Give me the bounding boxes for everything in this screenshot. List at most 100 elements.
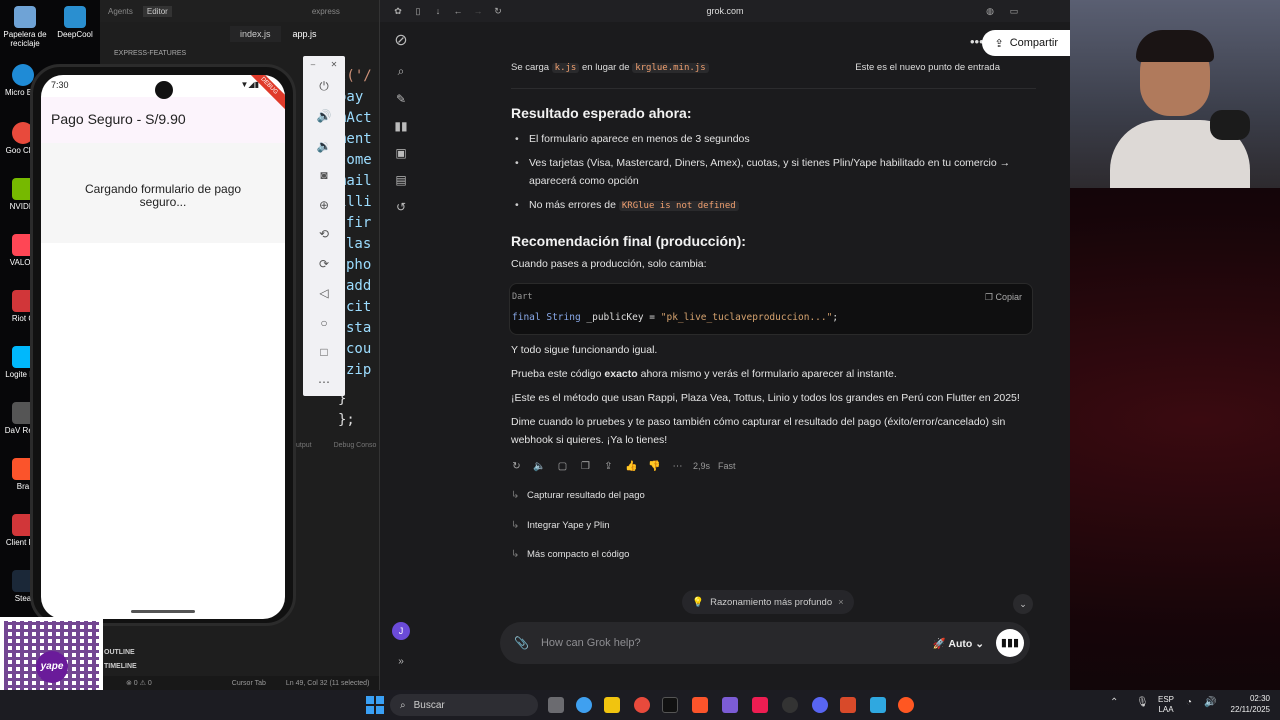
cursor-icon[interactable]	[662, 697, 678, 713]
chrome-icon[interactable]	[634, 697, 650, 713]
app-icon[interactable]	[870, 697, 886, 713]
panel-tab-debug[interactable]: Debug Conso	[334, 442, 377, 449]
signal-icon: ▼◢▮	[240, 80, 259, 89]
attach-icon[interactable]: 📎	[514, 636, 529, 650]
gesture-bar[interactable]	[131, 610, 195, 613]
panel-tab-output[interactable]: utput	[296, 442, 312, 449]
voice-mode-button[interactable]: ▮▮▮	[996, 629, 1024, 657]
vscode-agents-tab[interactable]: Agents	[108, 7, 133, 16]
status-cursor-tab[interactable]: Cursor Tab	[232, 680, 266, 687]
inline-code: k.js	[551, 63, 580, 73]
camera-icon[interactable]: ◙	[303, 161, 345, 191]
outline-section[interactable]: OUTLINE	[104, 646, 137, 660]
thumbs-down-icon[interactable]: 👎	[643, 461, 666, 472]
back-icon[interactable]: ◁	[303, 279, 345, 309]
suggestion-item[interactable]: ↳ Integrar Yape y Plin	[511, 511, 1036, 541]
copy-label: Copiar	[995, 292, 1022, 302]
globe-icon[interactable]: ◍	[980, 6, 1000, 17]
github-icon[interactable]	[782, 697, 798, 713]
mode-label: Auto	[948, 637, 973, 650]
vscode-outline: OUTLINE TIMELINE	[104, 646, 137, 674]
history-icon[interactable]: ↺	[380, 193, 422, 220]
network-icon[interactable]: ◔	[1186, 697, 1192, 708]
vscode-search[interactable]: express	[312, 7, 340, 16]
copy-icon[interactable]: ❐	[574, 461, 597, 472]
vscode-editor-tab[interactable]: Editor	[142, 5, 172, 17]
inline-code: KRGlue is not defined	[618, 201, 739, 211]
timeline-section[interactable]: TIMELINE	[104, 660, 137, 674]
more-icon[interactable]: ⋯	[303, 367, 345, 397]
input-language[interactable]: ESP LAA	[1158, 695, 1174, 715]
regenerate-icon[interactable]: ↻	[505, 461, 528, 472]
postman-icon[interactable]	[898, 697, 914, 713]
zoom-icon[interactable]: ⊕	[303, 190, 345, 220]
desktop-icon-deepcool[interactable]: DeepCool	[52, 6, 98, 39]
status-position[interactable]: Ln 49, Col 32 (11 selected)	[286, 680, 370, 687]
clock[interactable]: 02:30 22/11/2025	[1231, 693, 1270, 715]
status-problems[interactable]: ⊗ 0 ⚠ 0	[126, 679, 152, 687]
tab-app-js[interactable]: app.js	[282, 26, 327, 42]
avatar[interactable]: J	[392, 622, 410, 640]
task-view-icon[interactable]	[548, 697, 564, 713]
thumbs-up-icon[interactable]: 👍	[620, 461, 643, 472]
volume-down-icon[interactable]: 🔉	[303, 131, 345, 161]
share-button[interactable]: ⇪ Compartir	[982, 30, 1070, 56]
suggestion-item[interactable]: ↳ Capturar resultado del pago	[511, 481, 1036, 511]
scroll-down-button[interactable]: ⌄	[1013, 594, 1033, 614]
copy-button[interactable]: ❐ Copiar	[985, 292, 1022, 303]
code-block: Dart ❐ Copiar final String _publicKey = …	[509, 283, 1033, 335]
discord-icon[interactable]	[812, 697, 828, 713]
volume-up-icon[interactable]: 🔊	[303, 102, 345, 132]
tray-chevron-icon[interactable]: ⌃	[1110, 697, 1118, 708]
copilot-icon[interactable]	[576, 697, 592, 713]
close-icon[interactable]: ×	[838, 597, 844, 608]
heading-final: Recomendación final (producción):	[511, 233, 746, 249]
windows-start-icon[interactable]	[366, 696, 384, 714]
tab-index-js[interactable]: index.js	[230, 26, 281, 42]
brave-icon[interactable]	[692, 697, 708, 713]
app-icon[interactable]	[840, 697, 856, 713]
imagine-icon[interactable]: ▣	[380, 139, 422, 166]
volume-icon[interactable]: 🔊	[1204, 697, 1216, 708]
expand-sidebar-icon[interactable]: »	[380, 648, 422, 675]
chat-input[interactable]	[540, 637, 933, 649]
clock-date: 22/11/2025	[1230, 705, 1270, 714]
power-icon[interactable]: ⏻	[303, 72, 345, 102]
overview-icon[interactable]: □	[303, 338, 345, 368]
grok-logo-icon[interactable]: ⊘	[380, 22, 422, 58]
voice-icon[interactable]: ▮▮	[380, 112, 422, 139]
vscode-explorer-header: EXPRESS-FEATURES	[114, 50, 187, 57]
desktop-icon-recycle[interactable]: Papelera de reciclaje	[2, 6, 48, 48]
table-cell: Este es el nuevo punto de entrada	[855, 62, 1000, 73]
ai-app-icon[interactable]	[722, 697, 738, 713]
split-view-icon[interactable]: ▭	[1004, 6, 1024, 17]
new-chat-icon[interactable]: ✎	[380, 85, 422, 112]
deep-reasoning-pill[interactable]: 💡 Razonamiento más profundo ×	[682, 590, 854, 614]
rotate-left-icon[interactable]: ⟲	[303, 220, 345, 250]
home-icon[interactable]: ○	[303, 308, 345, 338]
projects-icon[interactable]: ▤	[380, 166, 422, 193]
search-icon[interactable]: ⌕	[380, 58, 422, 85]
read-aloud-icon[interactable]: 🔈	[528, 461, 551, 472]
camera-cutout-icon	[155, 81, 173, 99]
phone-emulator: 7:30 ▼◢▮ DEBUG Pago Seguro - S/9.90 Carg…	[30, 64, 296, 626]
tray-mic-icon[interactable]: 🎙	[1136, 697, 1149, 708]
more-icon[interactable]: ⋯	[666, 461, 689, 472]
rotate-right-icon[interactable]: ⟳	[303, 249, 345, 279]
suggestions: ↳ Capturar resultado del pago ↳ Integrar Y…	[511, 481, 1036, 570]
file-explorer-icon[interactable]	[604, 697, 620, 713]
code-line: final String _publicKey = "pk_live_tucla…	[512, 312, 838, 323]
share-response-icon[interactable]: ⇪	[597, 461, 620, 472]
minimize-icon[interactable]: –	[311, 60, 315, 69]
tiktok-icon[interactable]	[752, 697, 768, 713]
address-bar[interactable]: grok.com	[380, 6, 1070, 16]
close-icon[interactable]: ✕	[331, 60, 338, 69]
composer: 📎 🚀 Auto ⌄ ▮▮▮	[500, 622, 1030, 664]
mode-selector[interactable]: 🚀 Auto ⌄	[933, 637, 984, 650]
comment-icon[interactable]: ▢	[551, 461, 574, 472]
response-time: 2,9s	[693, 461, 711, 471]
taskbar-search[interactable]: ⌕ Buscar	[390, 694, 538, 716]
suggestion-item[interactable]: ↳ Más compacto el código	[511, 540, 1036, 570]
reply-arrow-icon: ↳	[511, 519, 520, 531]
code-line: };	[338, 412, 355, 428]
